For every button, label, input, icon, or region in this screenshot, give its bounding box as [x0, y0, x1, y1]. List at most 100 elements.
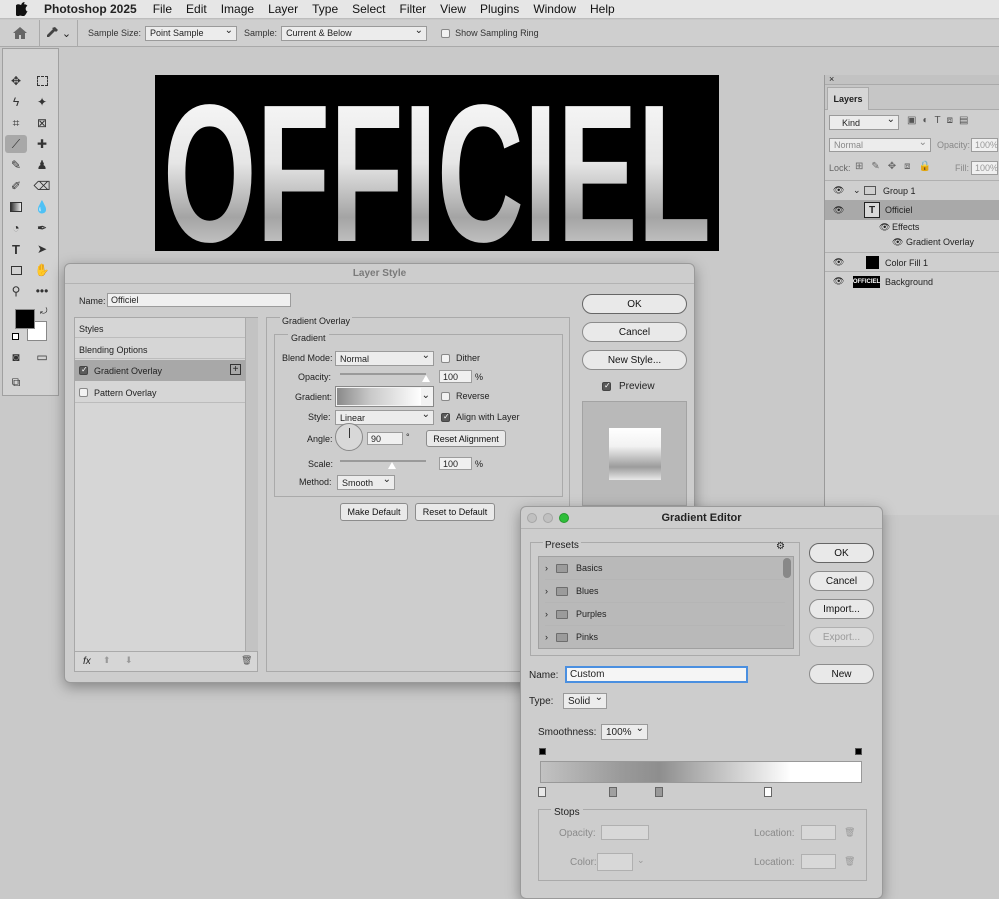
edit-toolbar-icon[interactable]: ⧉ — [5, 373, 27, 391]
menu-filter[interactable]: Filter — [399, 2, 426, 16]
stop-location-input[interactable] — [801, 825, 836, 840]
quick-mask-icon[interactable]: ◙ — [5, 348, 27, 366]
default-colors-icon[interactable] — [12, 333, 19, 340]
menu-window[interactable]: Window — [533, 2, 576, 16]
zoom-tool-icon[interactable]: ⚲ — [5, 282, 27, 300]
opacity-slider-thumb[interactable] — [422, 375, 430, 382]
cancel-button[interactable]: Cancel — [582, 322, 687, 342]
frame-tool-icon[interactable]: ⊠ — [31, 114, 53, 132]
stamp-tool-icon[interactable]: ♟ — [31, 156, 53, 174]
screen-mode-icon[interactable]: ▭ — [31, 348, 53, 366]
eyedropper-tool-icon[interactable]: ⌄ — [40, 19, 78, 47]
angle-input[interactable]: 90 — [367, 432, 403, 445]
scale-slider-track[interactable] — [340, 460, 426, 462]
gradient-name-input[interactable]: Custom — [565, 666, 748, 683]
menu-type[interactable]: Type — [312, 2, 338, 16]
smoothness-select[interactable]: 100% — [601, 723, 648, 740]
filter-icons[interactable]: ▣◐T⧈▤ — [907, 115, 974, 126]
blur-tool-icon[interactable]: 💧 — [31, 198, 53, 216]
type-select[interactable]: Solid — [563, 692, 607, 709]
menu-view[interactable]: View — [440, 2, 466, 16]
menu-help[interactable]: Help — [590, 2, 615, 16]
reset-to-default-button[interactable]: Reset to Default — [415, 503, 495, 521]
stop-opacity-input[interactable] — [601, 825, 649, 840]
healing-brush-icon[interactable]: ✚ — [31, 135, 53, 153]
layer-row-officiel[interactable]: 👁 T Officiel — [825, 200, 999, 220]
eye-icon[interactable]: 👁 — [833, 257, 844, 268]
path-selection-icon[interactable]: ➤ — [31, 240, 53, 258]
stop-color-swatch[interactable] — [597, 853, 633, 871]
cancel-button[interactable]: Cancel — [809, 571, 874, 591]
move-down-icon[interactable]: ⬇ — [125, 655, 133, 666]
close-panel-icon[interactable]: × — [825, 75, 999, 85]
import-button[interactable]: Import... — [809, 599, 874, 619]
layer-row-group[interactable]: 👁 ⌄ Group 1 — [825, 180, 999, 200]
method-select[interactable]: Smooth — [337, 474, 395, 490]
tab-layers[interactable]: Layers — [827, 87, 869, 110]
kind-filter-select[interactable]: Kind — [829, 114, 899, 130]
gradient-tool-icon[interactable] — [5, 198, 27, 216]
apple-icon[interactable] — [14, 1, 30, 17]
styles-scrollbar[interactable] — [245, 318, 258, 651]
fx-icon[interactable]: fx — [83, 656, 91, 667]
reset-alignment-button[interactable]: Reset Alignment — [426, 430, 506, 447]
trash-icon[interactable]: 🗑 — [844, 856, 855, 867]
menu-file[interactable]: File — [153, 2, 172, 16]
eye-icon[interactable]: 👁 — [833, 185, 844, 196]
eye-icon[interactable]: 👁 — [879, 222, 890, 233]
close-window-icon[interactable] — [527, 513, 537, 523]
presets-scrollbar[interactable] — [783, 558, 791, 578]
sample-select[interactable]: Current & Below — [281, 25, 428, 41]
lasso-tool-icon[interactable]: ϟ — [5, 93, 27, 111]
add-effect-icon[interactable]: + — [230, 364, 241, 375]
sample-size-select[interactable]: Point Sample — [145, 25, 238, 41]
color-stop-3[interactable] — [655, 787, 663, 797]
lock-icons[interactable]: ⊞✎✥⧈🔒 — [855, 161, 939, 172]
home-icon[interactable] — [0, 19, 40, 47]
foreground-color-swatch[interactable] — [15, 309, 35, 329]
opacity-slider-track[interactable] — [340, 373, 426, 375]
eye-icon[interactable]: 👁 — [892, 237, 903, 248]
preset-folder-purples[interactable]: › Purples — [545, 603, 785, 626]
angle-dial[interactable] — [335, 423, 363, 451]
magic-wand-icon[interactable]: ✦ — [31, 93, 53, 111]
preview-checkbox[interactable] — [602, 381, 611, 391]
crop-tool-icon[interactable]: ⌗ — [5, 114, 27, 132]
pen-tool-icon[interactable]: ✒ — [31, 219, 53, 237]
pattern-overlay-item[interactable]: Pattern Overlay — [75, 382, 245, 403]
marquee-tool-icon[interactable] — [31, 72, 53, 90]
show-sampling-ring-checkbox[interactable] — [441, 28, 451, 38]
opacity-stop-right[interactable] — [855, 748, 862, 755]
rectangle-tool-icon[interactable] — [5, 261, 27, 279]
menu-edit[interactable]: Edit — [186, 2, 207, 16]
opacity-input[interactable]: 100 — [439, 370, 472, 383]
preset-folder-basics[interactable]: › Basics — [545, 557, 785, 580]
menu-select[interactable]: Select — [352, 2, 385, 16]
make-default-button[interactable]: Make Default — [340, 503, 408, 521]
reverse-checkbox[interactable] — [441, 392, 450, 401]
eyedropper-tool-icon[interactable]: ⟋ — [5, 135, 27, 153]
history-brush-icon[interactable]: ✐ — [5, 177, 27, 195]
color-stop-1[interactable] — [538, 787, 546, 797]
opacity-input[interactable]: 100% — [971, 138, 998, 152]
minimize-window-icon[interactable] — [543, 513, 553, 523]
effects-row[interactable]: 👁 Effects — [825, 219, 999, 235]
gradient-bar[interactable] — [540, 761, 862, 783]
ok-button[interactable]: OK — [582, 294, 687, 314]
pattern-overlay-checkbox[interactable] — [79, 388, 88, 397]
chevron-down-icon[interactable]: ⌄ — [853, 185, 861, 196]
eye-icon[interactable]: 👁 — [833, 205, 844, 216]
app-menu[interactable]: Photoshop 2025 — [44, 2, 137, 16]
opacity-stop-left[interactable] — [539, 748, 546, 755]
menu-layer[interactable]: Layer — [268, 2, 298, 16]
brush-tool-icon[interactable]: ✎ — [5, 156, 27, 174]
gradient-overlay-checkbox[interactable] — [79, 365, 88, 375]
blending-options-item[interactable]: Blending Options — [75, 339, 245, 359]
styles-item[interactable]: Styles — [75, 318, 245, 338]
trash-icon[interactable]: 🗑 — [241, 655, 252, 666]
gradient-picker[interactable]: ⌄ — [335, 386, 434, 407]
scale-slider-thumb[interactable] — [387, 462, 396, 469]
move-up-icon[interactable]: ⬆ — [103, 655, 111, 666]
eraser-tool-icon[interactable]: ⌫ — [31, 177, 53, 195]
stop-location-input-2[interactable] — [801, 854, 836, 869]
